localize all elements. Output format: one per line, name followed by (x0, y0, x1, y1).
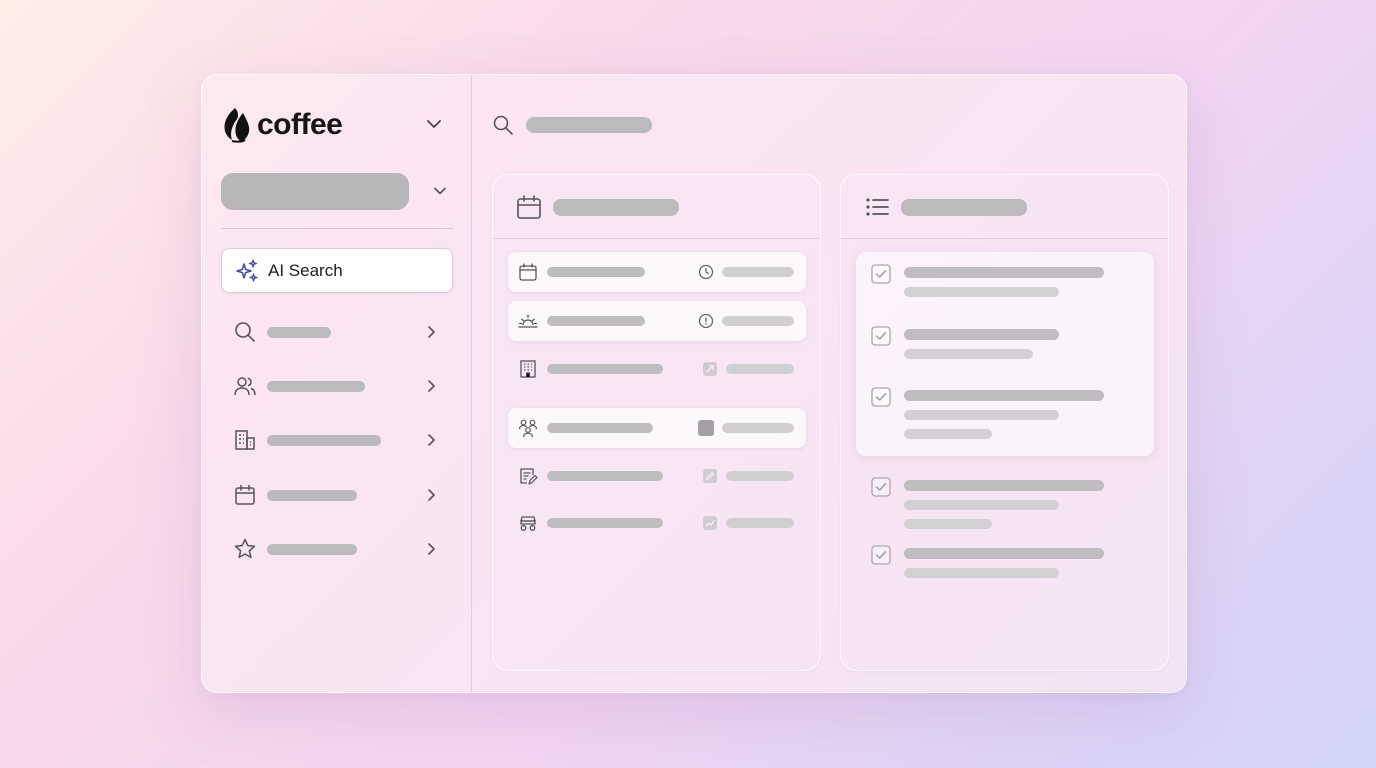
clock-icon (698, 313, 714, 329)
sidebar-item-calendar[interactable] (221, 475, 453, 515)
ai-search-label: AI Search (268, 260, 343, 280)
sidebar-item-label-placeholder (267, 543, 357, 555)
calendar-panel (492, 174, 821, 671)
chevron-right-icon (428, 434, 435, 446)
event-time-placeholder (726, 471, 794, 481)
event-time-placeholder (722, 267, 794, 277)
event-title-placeholder (547, 364, 663, 374)
event-title-placeholder (547, 267, 645, 277)
sidebar-item-label-placeholder (267, 380, 365, 392)
search-placeholder[interactable] (526, 117, 652, 133)
task-subtitle-placeholder (904, 349, 1033, 359)
task-title-placeholder (904, 390, 1104, 401)
clock-icon (698, 264, 714, 280)
task-title-placeholder (904, 267, 1104, 278)
event-row[interactable] (508, 408, 806, 448)
logo-row[interactable]: coffee (221, 105, 451, 145)
task-subtitle-placeholder (904, 500, 1059, 510)
event-row[interactable] (508, 301, 806, 341)
ai-search-button[interactable]: AI Search (221, 248, 453, 293)
event-time-placeholder (726, 518, 794, 528)
trend-badge-icon (703, 516, 717, 530)
note-edit-icon (520, 468, 538, 485)
chevron-right-icon (428, 380, 435, 392)
panel-title-placeholder (901, 199, 1027, 216)
sidebar-divider (221, 228, 453, 229)
event-title-placeholder (547, 471, 663, 481)
task-subtitle-placeholder (904, 429, 992, 439)
task-subtitle-placeholder (904, 519, 992, 529)
building-icon (235, 430, 255, 450)
checkbox-checked-icon[interactable] (871, 387, 891, 407)
tasks-panel (840, 174, 1169, 671)
star-icon (234, 538, 256, 559)
event-row[interactable] (508, 503, 806, 543)
workspace-placeholder[interactable] (221, 173, 409, 210)
checkbox-checked-icon[interactable] (871, 264, 891, 284)
task-subtitle-placeholder (904, 287, 1059, 297)
chevron-down-icon[interactable] (425, 115, 443, 133)
sidebar-item-label-placeholder (267, 434, 381, 446)
main-area (472, 75, 1186, 692)
chevron-right-icon (428, 326, 435, 338)
panel-title-placeholder (553, 199, 679, 216)
logo-text: coffee (257, 108, 343, 141)
sidebar-item-people[interactable] (221, 366, 453, 406)
calendar-icon (517, 195, 541, 219)
tasks-panel-header (841, 175, 1168, 239)
status-badge (698, 420, 714, 436)
sidebar-item-companies[interactable] (221, 420, 453, 460)
app-window: coffee AI Search (201, 74, 1187, 693)
list-icon (866, 198, 889, 216)
task-title-placeholder (904, 548, 1104, 559)
event-row[interactable] (508, 456, 806, 496)
chevron-down-icon[interactable] (431, 182, 449, 200)
event-time-placeholder (722, 316, 794, 326)
chevron-right-icon (428, 543, 435, 555)
task-item[interactable] (871, 545, 1131, 581)
link-badge-icon (703, 362, 717, 376)
sidebar: coffee AI Search (202, 75, 472, 692)
coffee-logo-icon (224, 108, 250, 143)
task-subtitle-placeholder (904, 410, 1059, 420)
task-item[interactable] (871, 477, 1131, 533)
checkbox-checked-icon[interactable] (871, 545, 891, 565)
task-title-placeholder (904, 480, 1104, 491)
event-time-placeholder (726, 364, 794, 374)
event-row[interactable] (508, 349, 806, 389)
sparkle-icon (236, 258, 258, 282)
event-time-placeholder (722, 423, 794, 433)
calendar-icon (519, 263, 537, 281)
task-item[interactable] (871, 326, 1131, 362)
task-item[interactable] (871, 264, 1131, 300)
event-title-placeholder (547, 518, 663, 528)
task-title-placeholder (904, 329, 1059, 340)
sunrise-icon (518, 314, 538, 328)
team-meeting-icon (518, 419, 538, 438)
event-row[interactable] (508, 252, 806, 292)
workspace-selector[interactable] (221, 173, 453, 211)
calendar-panel-header (493, 175, 820, 239)
office-building-icon (520, 360, 536, 378)
search-icon (235, 322, 255, 342)
people-icon (234, 377, 256, 396)
sidebar-item-search[interactable] (221, 312, 453, 352)
calendar-icon (235, 484, 255, 505)
top-search[interactable] (492, 113, 652, 137)
desk-icon (520, 516, 536, 531)
checkbox-checked-icon[interactable] (871, 477, 891, 497)
sidebar-item-label-placeholder (267, 489, 357, 501)
event-title-placeholder (547, 316, 645, 326)
task-item[interactable] (871, 387, 1131, 443)
edit-badge-icon (703, 469, 717, 483)
event-title-placeholder (547, 423, 653, 433)
search-icon (493, 115, 513, 135)
sidebar-item-favorites[interactable] (221, 529, 453, 569)
sidebar-item-label-placeholder (267, 326, 331, 338)
chevron-right-icon (428, 489, 435, 501)
checkbox-checked-icon[interactable] (871, 326, 891, 346)
task-subtitle-placeholder (904, 568, 1059, 578)
